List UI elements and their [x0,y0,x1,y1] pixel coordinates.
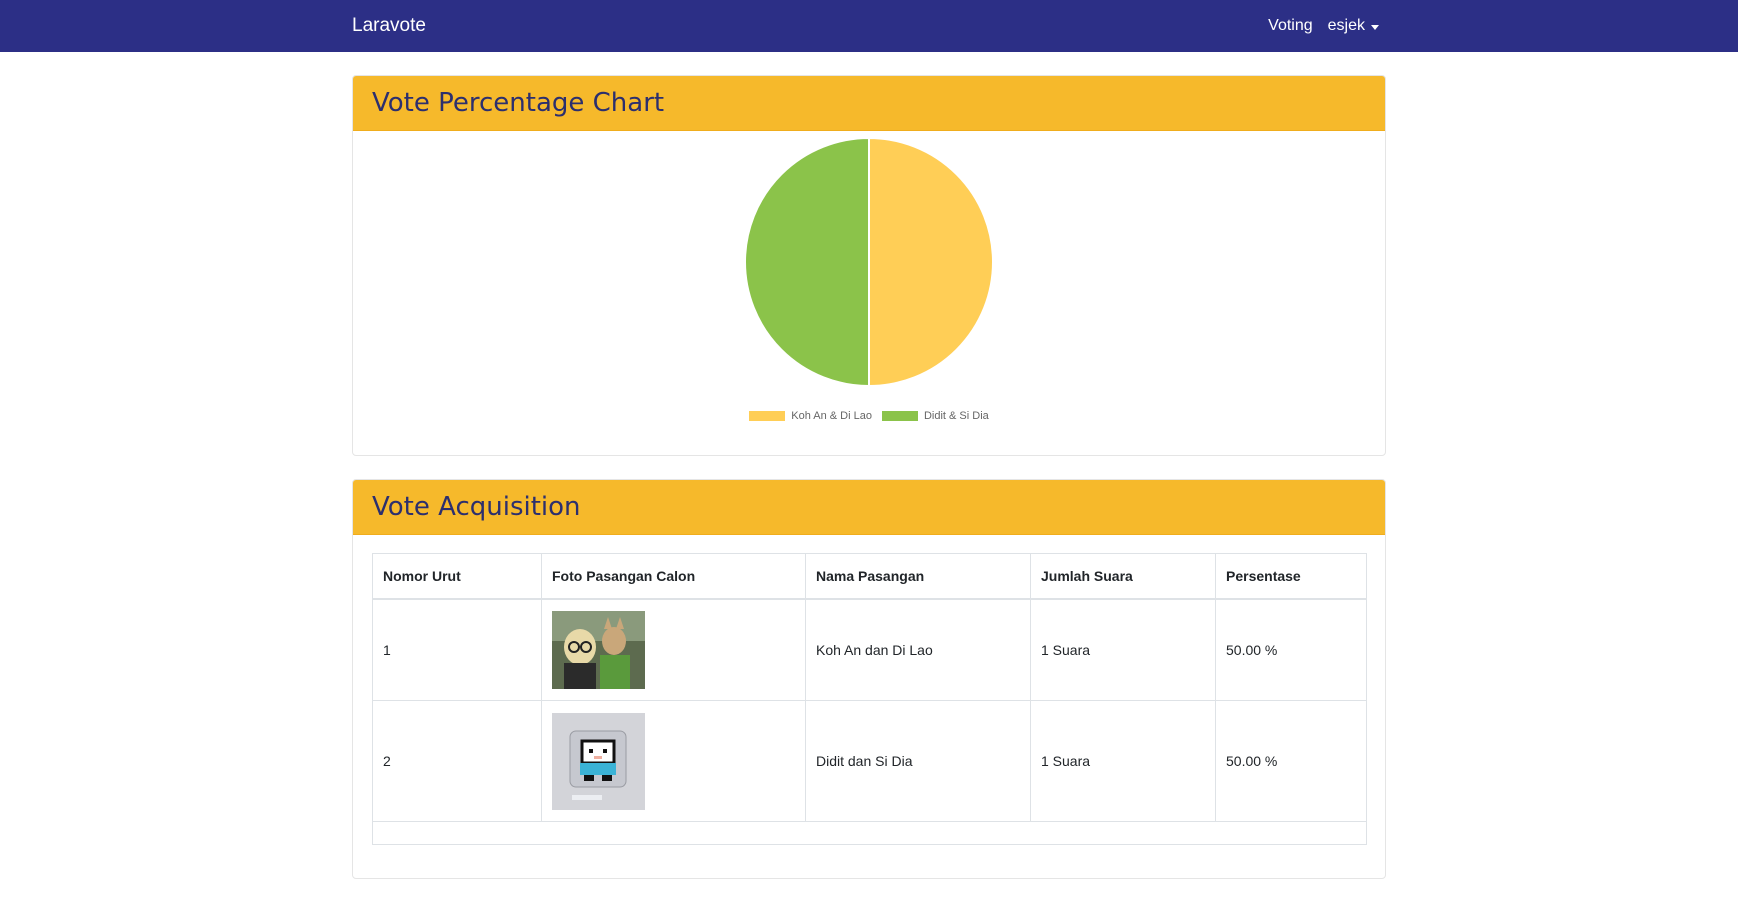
top-navbar: Laravote Voting esjek [0,0,1738,52]
col-header-nomor-urut: Nomor Urut [372,553,542,600]
vote-percentage-card: Vote Percentage Chart Koh An & Di Lao Did… [352,75,1386,456]
cell-name: Didit dan Si Dia [805,700,1031,822]
cell-name: Koh An dan Di Lao [805,598,1031,701]
pie-chart [353,132,1385,452]
empty-cell [372,821,1367,845]
couple-photo-2-icon [552,712,645,810]
brand-link[interactable]: Laravote [352,15,426,37]
table-empty-row [372,821,1367,845]
user-name: esjek [1327,17,1365,34]
couple-photo-1-icon [552,611,645,689]
vote-acquisition-card: Vote Acquisition Nomor Urut Foto Pasanga… [352,479,1386,879]
cell-photo [541,700,806,822]
chart-card-header: Vote Percentage Chart [353,76,1385,131]
col-header-nama: Nama Pasangan [805,553,1031,600]
voting-link[interactable]: Voting [1268,17,1312,35]
col-header-persentase: Persentase [1215,553,1367,600]
cell-percentage: 50.00 % [1215,598,1367,701]
vote-table: Nomor Urut Foto Pasangan Calon Nama Pasa… [372,553,1367,845]
cell-photo [541,598,806,701]
cell-votes: 1 Suara [1030,700,1216,822]
chart-card-title: Vote Percentage Chart [372,88,665,118]
col-header-foto: Foto Pasangan Calon [541,553,806,600]
table-card-header: Vote Acquisition [353,480,1385,535]
cell-votes: 1 Suara [1030,598,1216,701]
legend-swatch [881,411,918,421]
nav-right: Voting esjek [1268,17,1379,35]
cell-number: 1 [372,598,542,701]
table-row: 2 Didit dan Si Dia 1 Suara 50.00 % [372,700,1367,822]
cell-percentage: 50.00 % [1215,700,1367,822]
legend-swatch [749,411,786,421]
legend-label: Koh An & Di Lao [791,410,872,422]
col-header-jumlah-suara: Jumlah Suara [1030,553,1216,600]
table-header-row: Nomor Urut Foto Pasangan Calon Nama Pasa… [372,553,1367,600]
legend-label: Didit & Si Dia [923,410,989,422]
table-card-title: Vote Acquisition [372,492,581,522]
chart-legend: Koh An & Di Lao Didit & Si Dia [353,410,1385,422]
caret-down-icon [1371,24,1379,30]
table-row: 1 Koh An dan Di Lao 1 Suara 50.00 % [372,598,1367,701]
pie-slice-1[interactable] [868,136,994,388]
legend-item-1[interactable]: Koh An & Di Lao [749,410,872,422]
pie-chart-svg [744,136,994,388]
legend-item-2[interactable]: Didit & Si Dia [881,410,989,422]
user-menu-dropdown[interactable]: esjek [1328,17,1379,35]
cell-number: 2 [372,700,542,822]
pie-slice-2[interactable] [744,136,870,388]
